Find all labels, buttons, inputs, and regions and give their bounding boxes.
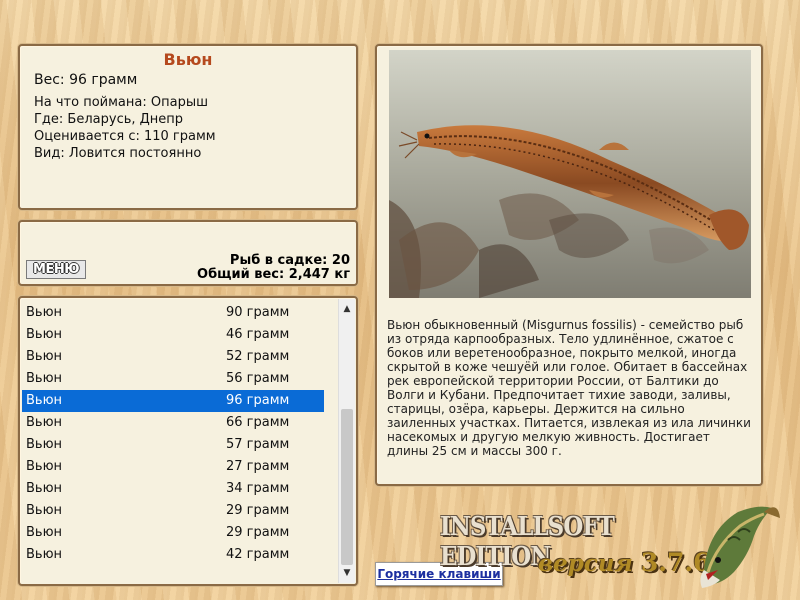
fish-bait: На что поймана: Опарыш [34, 95, 208, 110]
catch-list-scrollbar[interactable]: ▲ ▼ [338, 299, 355, 583]
list-item-weight: 52 грамм [226, 349, 290, 364]
list-item[interactable]: Вьюн 29 грамм [22, 500, 324, 522]
scrollbar-thumb[interactable] [341, 409, 353, 565]
list-item-name: Вьюн [26, 547, 63, 562]
list-item[interactable]: Вьюн 96 грамм [22, 390, 324, 412]
list-item-weight: 66 грамм [226, 415, 290, 430]
list-item[interactable]: Вьюн 29 грамм [22, 522, 324, 544]
list-item-name: Вьюн [26, 525, 63, 540]
loach-image [389, 50, 751, 298]
list-item-name: Вьюн [26, 481, 63, 496]
fish-description: Вьюн обыкновенный (Misgurnus fossilis) -… [387, 318, 751, 458]
list-item-name: Вьюн [26, 305, 63, 320]
fish-info-panel: Вьюн Вес: 96 грамм На что поймана: Опары… [18, 44, 358, 210]
catch-stats-panel: МЕНЮ Рыб в садке: 20 Общий вес: 2,447 кг [18, 220, 358, 286]
list-item-name: Вьюн [26, 393, 63, 408]
list-item-name: Вьюн [26, 349, 63, 364]
menu-button[interactable]: МЕНЮ [26, 260, 86, 279]
list-item[interactable]: Вьюн 46 грамм [22, 324, 324, 346]
list-item-weight: 46 грамм [226, 327, 290, 342]
list-item[interactable]: Вьюн 52 грамм [22, 346, 324, 368]
catch-list-rows: Вьюн 90 грамм Вьюн 46 грамм Вьюн 52 грамм Вьюн… [22, 302, 324, 566]
list-item-weight: 29 грамм [226, 503, 290, 518]
list-item-name: Вьюн [26, 503, 63, 518]
list-item-name: Вьюн [26, 415, 63, 430]
list-item[interactable]: Вьюн 34 грамм [22, 478, 324, 500]
list-item-weight: 42 грамм [226, 547, 290, 562]
list-item-weight: 27 грамм [226, 459, 290, 474]
list-item[interactable]: Вьюн 27 грамм [22, 456, 324, 478]
list-item-name: Вьюн [26, 459, 63, 474]
list-item-name: Вьюн [26, 371, 63, 386]
fish-location: Где: Беларусь, Днепр [34, 112, 184, 127]
chevron-down-icon[interactable]: ▼ [339, 565, 355, 581]
list-item[interactable]: Вьюн 66 грамм [22, 412, 324, 434]
version-label: версия 3.7.6 [538, 548, 710, 577]
total-weight: Общий вес: 2,447 кг [197, 267, 350, 282]
list-item-weight: 56 грамм [226, 371, 290, 386]
fish-type: Вид: Ловится постоянно [34, 146, 202, 161]
list-item-weight: 96 грамм [226, 393, 290, 408]
list-item-name: Вьюн [26, 437, 63, 452]
list-item-weight: 29 грамм [226, 525, 290, 540]
fish-weight: Вес: 96 грамм [34, 72, 138, 88]
fish-photo [389, 50, 751, 298]
fish-name-title: Вьюн [163, 50, 213, 69]
fish-photo-panel: Вьюн обыкновенный (Misgurnus fossilis) -… [375, 44, 763, 486]
list-item[interactable]: Вьюн 57 грамм [22, 434, 324, 456]
fish-count: Рыб в садке: 20 [229, 253, 350, 268]
catch-list: Вьюн 90 грамм Вьюн 46 грамм Вьюн 52 грамм Вьюн… [18, 296, 358, 586]
list-item-weight: 34 грамм [226, 481, 290, 496]
list-item[interactable]: Вьюн 56 грамм [22, 368, 324, 390]
list-item[interactable]: Вьюн 42 грамм [22, 544, 324, 566]
pike-fish-icon [700, 506, 780, 588]
list-item-weight: 90 грамм [226, 305, 290, 320]
list-item[interactable]: Вьюн 90 грамм [22, 302, 324, 324]
list-item-weight: 57 грамм [226, 437, 290, 452]
list-item-name: Вьюн [26, 327, 63, 342]
version-word: версия [538, 550, 633, 577]
chevron-up-icon[interactable]: ▲ [339, 301, 355, 317]
fish-valued-from: Оценивается с: 110 грамм [34, 129, 216, 144]
